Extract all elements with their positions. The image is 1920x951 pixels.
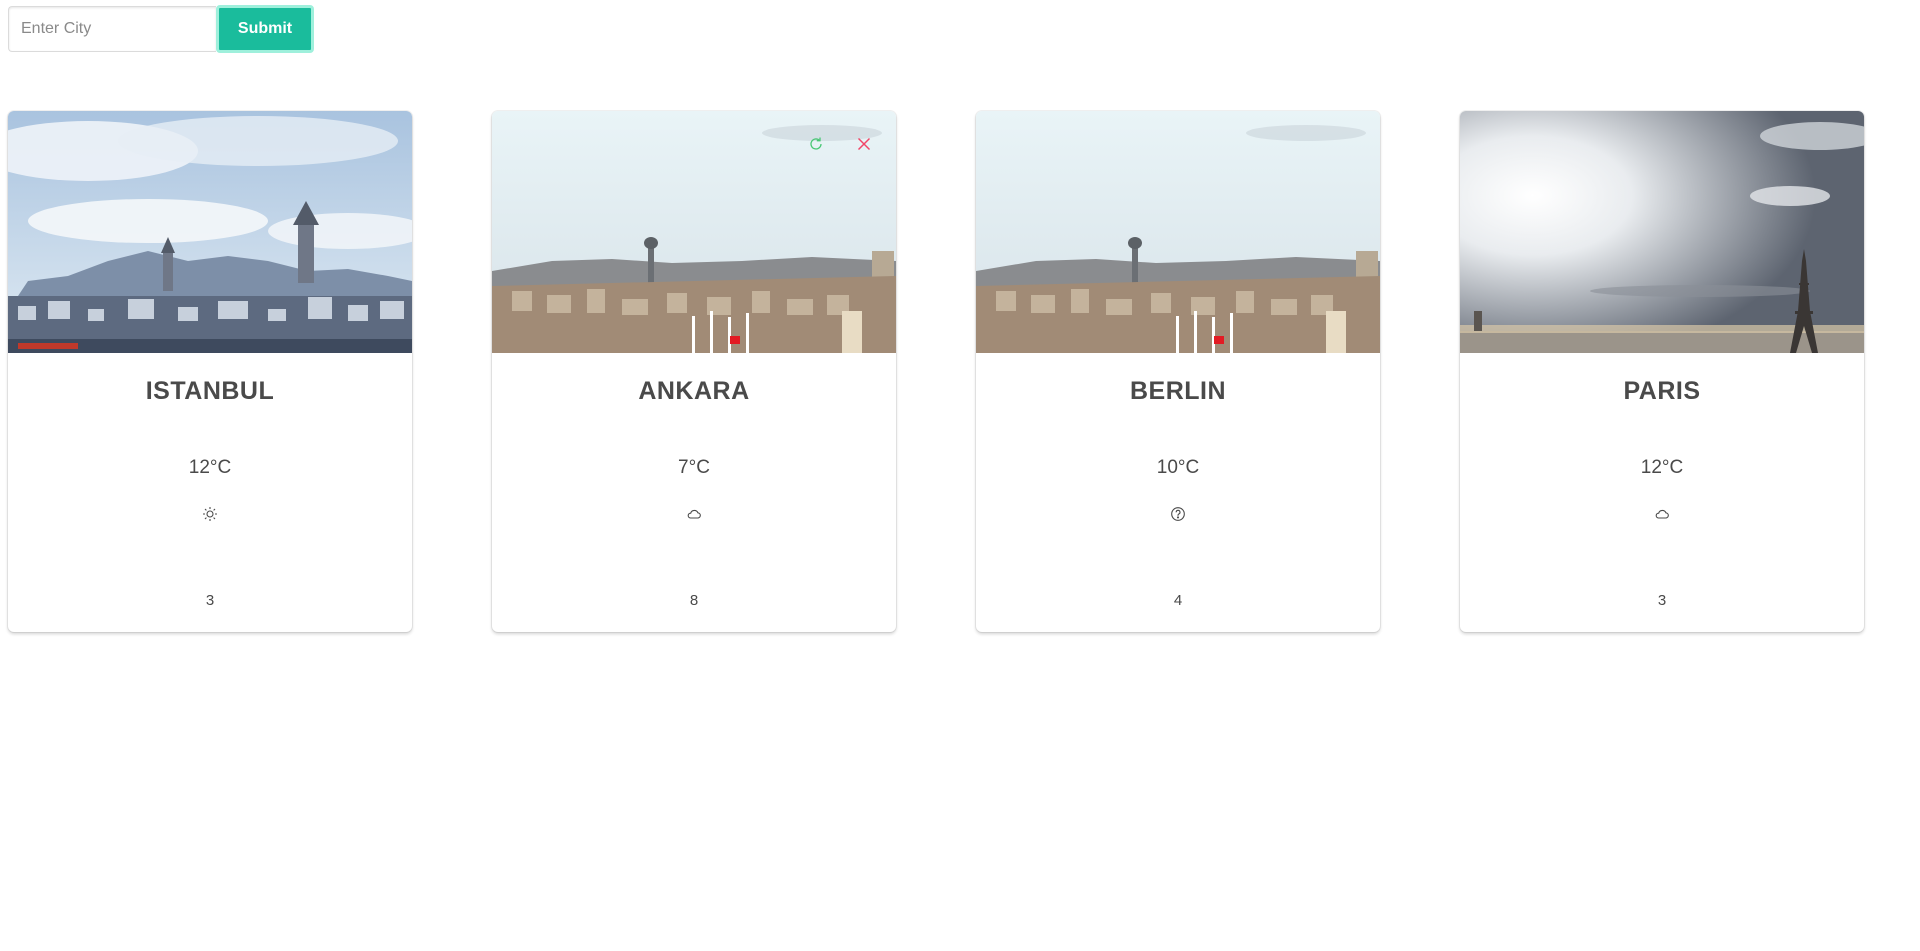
refresh-icon[interactable] — [804, 132, 828, 156]
city-image-istanbul — [8, 111, 412, 353]
city-card-berlin: BERLIN 10°C 4 — [976, 111, 1380, 632]
cloud-icon — [492, 506, 896, 522]
city-name: PARIS — [1623, 377, 1701, 405]
city-image-ankara — [492, 111, 896, 353]
sun-icon — [8, 506, 412, 522]
question-circle-icon — [976, 506, 1380, 522]
city-name: ISTANBUL — [145, 377, 275, 405]
city-image-berlin — [976, 111, 1380, 353]
card-count: 8 — [689, 592, 699, 609]
close-icon[interactable] — [852, 132, 876, 156]
card-count: 4 — [1173, 592, 1183, 609]
city-input[interactable] — [8, 6, 216, 52]
temperature: 12°C — [188, 457, 232, 478]
city-card-ankara: ANKARA 7°C 8 — [492, 111, 896, 632]
card-count: 3 — [1657, 592, 1667, 609]
search-bar: Submit — [8, 5, 314, 53]
city-card-istanbul: ISTANBUL 12°C 3 — [8, 111, 412, 632]
temperature: 7°C — [678, 457, 710, 478]
city-image-paris — [1460, 111, 1864, 353]
cloud-icon — [1460, 506, 1864, 522]
city-cards: ISTANBUL 12°C 3 ANKARA 7°C 8 BERLIN 10°C… — [8, 111, 1864, 632]
temperature: 10°C — [1156, 457, 1200, 478]
city-name: ANKARA — [638, 377, 750, 405]
card-actions — [804, 132, 876, 156]
submit-button[interactable]: Submit — [216, 5, 314, 53]
city-name: BERLIN — [1129, 377, 1227, 405]
temperature: 12°C — [1640, 457, 1684, 478]
city-card-paris: PARIS 12°C 3 — [1460, 111, 1864, 632]
card-count: 3 — [205, 592, 215, 609]
